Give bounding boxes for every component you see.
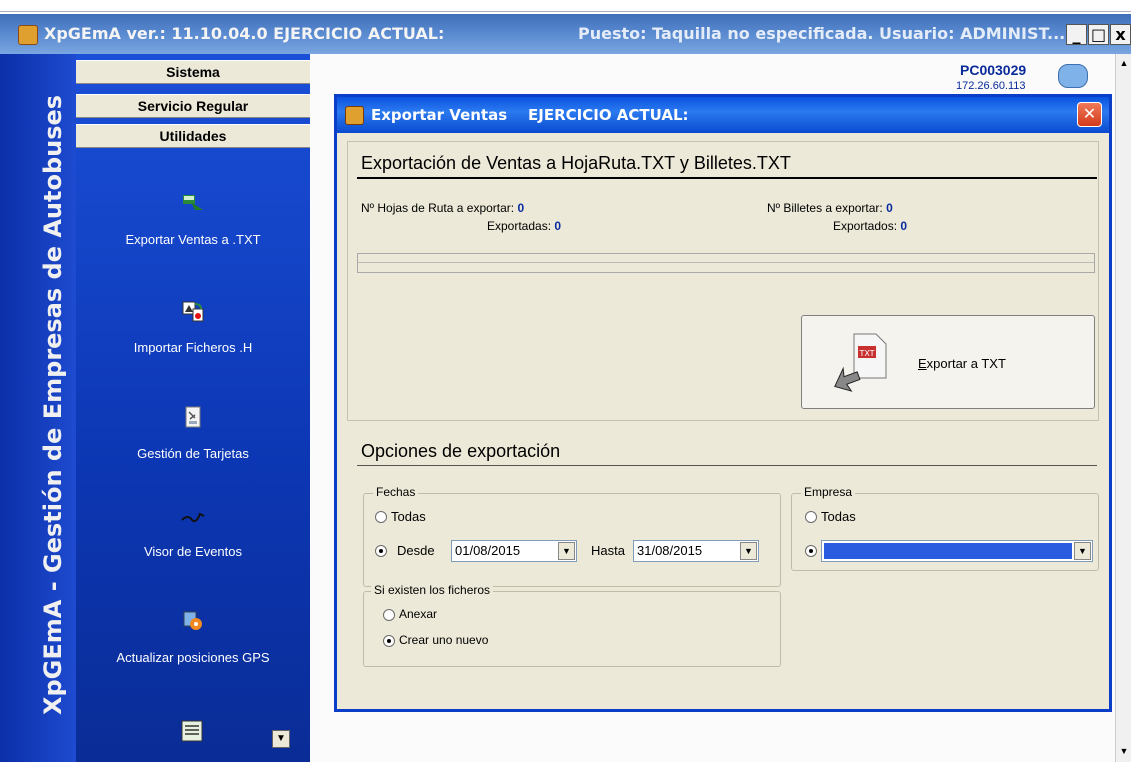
fechas-desde-radio[interactable] xyxy=(375,545,387,557)
nav-item-label: Gestión de Tarjetas xyxy=(137,446,249,461)
gps-update-icon xyxy=(183,611,202,630)
window-status: Puesto: Taquilla no especificada. Usuari… xyxy=(578,24,1066,43)
billetes-exportados-value: 0 xyxy=(900,219,908,233)
export-section-title: Exportación de Ventas a HojaRuta.TXT y B… xyxy=(361,153,791,173)
nav-item-label: Exportar Ventas a .TXT xyxy=(125,232,261,247)
billetes-count: Nº Billetes a exportar: 0 xyxy=(767,201,893,215)
nav-group-servicio-regular[interactable]: Servicio Regular xyxy=(76,94,310,118)
navigation-panel: Sistema Servicio Regular Utilidades Expo… xyxy=(76,54,310,762)
pc-ip: 172.26.60.113 xyxy=(956,80,1026,92)
empresa-todas-label: Todas xyxy=(821,509,856,524)
crear-nuevo-radio[interactable] xyxy=(383,635,395,647)
nav-item-label: Visor de Eventos xyxy=(143,544,243,559)
nav-item-importar-ficheros[interactable]: Importar Ficheros .H xyxy=(76,300,310,355)
txt-icon-label: TXT xyxy=(858,349,874,358)
desde-dropdown-icon[interactable]: ▼ xyxy=(558,542,575,560)
list-icon[interactable] xyxy=(180,720,204,742)
minimize-button[interactable]: _ xyxy=(1066,24,1087,45)
pc-id: PC003029 xyxy=(960,62,1027,78)
billetes-value: 0 xyxy=(886,201,893,215)
empresa-dropdown[interactable]: ▼ xyxy=(821,540,1093,562)
scroll-up-arrow-icon[interactable]: ▲ xyxy=(1117,56,1131,70)
hojas-ruta-value: 0 xyxy=(517,201,525,215)
vertical-scrollbar[interactable]: ▲ ▼ xyxy=(1115,54,1131,762)
nav-item-label: Importar Ficheros .H xyxy=(133,340,253,355)
hojas-exportadas-value: 0 xyxy=(554,219,562,233)
billetes-exportados-count: Exportados: 0 xyxy=(833,219,908,233)
nav-group-utilidades[interactable]: Utilidades xyxy=(76,124,310,148)
import-files-icon xyxy=(182,301,204,322)
nav-item-label: Actualizar posiciones GPS xyxy=(116,650,270,665)
network-icon xyxy=(1058,64,1088,88)
dialog-close-button[interactable]: ✕ xyxy=(1077,102,1102,127)
options-rule xyxy=(357,465,1097,466)
export-txt-label: Exportar a TXT xyxy=(918,356,1006,371)
empresa-select-radio[interactable] xyxy=(805,545,817,557)
close-window-button[interactable]: x xyxy=(1110,24,1131,45)
hojas-exportadas-count: Exportadas: 0 xyxy=(487,219,562,233)
window-title: XpGEmA ver.: 11.10.04.0 EJERCICIO ACTUAL… xyxy=(44,24,445,43)
ficheros-group xyxy=(363,591,781,667)
hojas-ruta-count: Nº Hojas de Ruta a exportar: 0 xyxy=(361,201,525,215)
nav-group-sistema[interactable]: Sistema xyxy=(76,60,310,84)
nav-item-exportar-ventas[interactable]: Exportar Ventas a .TXT xyxy=(76,192,310,247)
anexar-label: Anexar xyxy=(399,607,438,621)
section-rule xyxy=(357,177,1097,179)
fechas-todas-label: Todas xyxy=(391,509,426,524)
nav-scroll-down-button[interactable]: ▼ xyxy=(272,730,290,748)
scroll-down-arrow-icon[interactable]: ▼ xyxy=(1117,744,1131,758)
ficheros-legend: Si existen los ficheros xyxy=(371,583,494,597)
export-progress-bar xyxy=(357,253,1095,273)
export-sales-dialog: Exportar Ventas EJERCICIO ACTUAL: ✕ Expo… xyxy=(334,94,1112,712)
event-viewer-icon xyxy=(181,512,205,523)
desde-date-picker[interactable]: 01/08/2015 ▼ xyxy=(451,540,577,562)
dialog-title-bar[interactable]: Exportar Ventas EJERCICIO ACTUAL: ✕ xyxy=(337,97,1109,133)
top-strip xyxy=(0,0,1131,14)
main-window-title-bar[interactable]: XpGEmA ver.: 11.10.04.0 EJERCICIO ACTUAL… xyxy=(0,14,1131,54)
hasta-date-picker[interactable]: 31/08/2015 ▼ xyxy=(633,540,759,562)
cards-icon xyxy=(185,406,201,428)
anexar-radio[interactable] xyxy=(383,609,395,621)
desde-label: Desde xyxy=(397,543,435,558)
dialog-title: Exportar Ventas EJERCICIO ACTUAL: xyxy=(371,106,689,124)
txt-file-export-icon: TXT xyxy=(834,333,887,392)
app-icon xyxy=(18,25,38,45)
export-txt-button[interactable]: TXT Exportar a TXT xyxy=(801,315,1095,409)
nav-item-gestion-tarjetas[interactable]: Gestión de Tarjetas xyxy=(76,406,310,461)
fechas-legend: Fechas xyxy=(373,485,419,499)
empresa-todas-radio[interactable] xyxy=(805,511,817,523)
dialog-app-icon xyxy=(345,106,364,125)
empresa-selection-highlight xyxy=(824,543,1072,559)
empresa-legend: Empresa xyxy=(801,485,856,499)
fechas-todas-radio[interactable] xyxy=(375,511,387,523)
nav-item-visor-eventos[interactable]: Visor de Eventos xyxy=(76,504,310,559)
export-arrow-icon xyxy=(183,195,203,210)
maximize-button[interactable]: □ xyxy=(1088,24,1109,45)
empresa-dropdown-icon[interactable]: ▼ xyxy=(1074,542,1091,560)
hasta-label: Hasta xyxy=(591,543,625,558)
nav-item-actualizar-gps[interactable]: Actualizar posiciones GPS xyxy=(76,610,310,665)
banner-text: XpGEmA - Gestión de Empresas de Autobuse… xyxy=(39,94,67,715)
hasta-dropdown-icon[interactable]: ▼ xyxy=(740,542,757,560)
options-section-title: Opciones de exportación xyxy=(361,441,561,461)
crear-nuevo-label: Crear uno nuevo xyxy=(399,633,489,647)
